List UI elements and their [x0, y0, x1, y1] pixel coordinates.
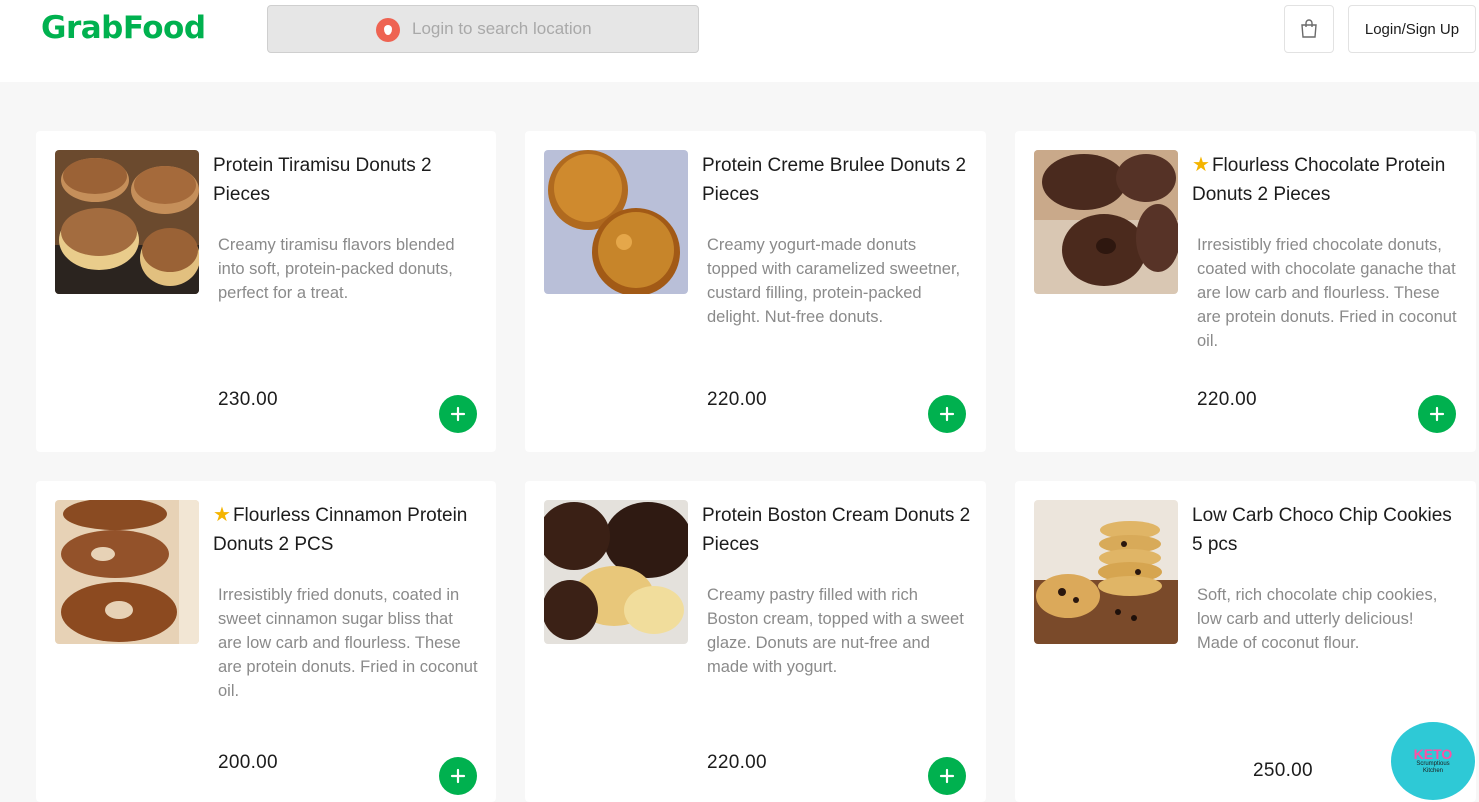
star-icon: ★	[1192, 154, 1210, 176]
location-pin-icon	[376, 18, 400, 42]
product-name: ★ Flourless Cinnamon Protein Donuts 2 PCS	[213, 504, 468, 555]
product-image-chocolate-donuts	[1034, 150, 1178, 294]
product-card[interactable]: Protein Creme Brulee Donuts 2 Pieces Cre…	[525, 131, 986, 452]
product-description: Creamy yogurt-made donuts topped with ca…	[707, 236, 961, 326]
product-description: Irresistibly fried donuts, coated in swe…	[218, 586, 478, 700]
product-image-boston-cream	[544, 500, 688, 644]
product-card[interactable]: Protein Tiramisu Donuts 2 Pieces Creamy …	[36, 131, 496, 452]
login-signup-button[interactable]: Login/Sign Up	[1348, 5, 1476, 53]
badge-subtitle: Scrumptious Kitchen	[1416, 761, 1450, 774]
product-price: 220.00	[707, 752, 767, 773]
plus-icon	[939, 768, 955, 784]
add-to-cart-button[interactable]	[439, 395, 477, 433]
product-price: 220.00	[1197, 389, 1257, 410]
product-description: Creamy tiramisu flavors blended into sof…	[218, 236, 455, 302]
add-to-cart-button[interactable]	[928, 395, 966, 433]
product-image-creme-brulee	[544, 150, 688, 294]
plus-icon	[1429, 406, 1445, 422]
product-description: Irresistibly fried chocolate donuts, coa…	[1197, 236, 1457, 350]
product-price: 220.00	[707, 389, 767, 410]
product-card[interactable]: ★ Flourless Chocolate Protein Donuts 2 Pi…	[1015, 131, 1476, 452]
product-description: Creamy pastry filled with rich Boston cr…	[707, 586, 964, 676]
plus-icon	[450, 406, 466, 422]
add-to-cart-button[interactable]	[928, 757, 966, 795]
product-image-cinnamon-donuts	[55, 500, 199, 644]
product-name: ★ Flourless Chocolate Protein Donuts 2 Pi…	[1192, 154, 1446, 205]
product-price: 250.00	[1253, 760, 1313, 781]
top-header: GrabFood Login to search location Login/…	[0, 0, 1479, 82]
location-search-bar[interactable]: Login to search location	[267, 5, 699, 53]
shopping-bag-icon	[1301, 19, 1317, 38]
plus-icon	[450, 768, 466, 784]
plus-icon	[939, 406, 955, 422]
product-name: Protein Boston Cream Donuts 2 Pieces	[702, 505, 971, 555]
product-name: Low Carb Choco Chip Cookies 5 pcs	[1192, 505, 1452, 555]
product-image-choco-chip-cookies	[1034, 500, 1178, 644]
star-icon: ★	[213, 504, 231, 526]
add-to-cart-button[interactable]	[439, 757, 477, 795]
product-image-tiramisu	[55, 150, 199, 294]
grabfood-logo[interactable]: GrabFood	[41, 10, 206, 46]
product-description: Soft, rich chocolate chip cookies, low c…	[1197, 586, 1438, 652]
product-price: 200.00	[218, 752, 278, 773]
product-price: 230.00	[218, 389, 278, 410]
badge-title: KETO	[1413, 746, 1453, 762]
add-to-cart-button[interactable]	[1418, 395, 1456, 433]
product-name: Protein Creme Brulee Donuts 2 Pieces	[702, 155, 967, 205]
product-card[interactable]: ★ Flourless Cinnamon Protein Donuts 2 PCS…	[36, 481, 496, 802]
search-placeholder: Login to search location	[412, 19, 592, 38]
keto-kitchen-badge[interactable]: KETO Scrumptious Kitchen	[1391, 722, 1475, 800]
product-name: Protein Tiramisu Donuts 2 Pieces	[213, 155, 432, 205]
cart-button[interactable]	[1284, 5, 1334, 53]
product-card[interactable]: Protein Boston Cream Donuts 2 Pieces Cre…	[525, 481, 986, 802]
